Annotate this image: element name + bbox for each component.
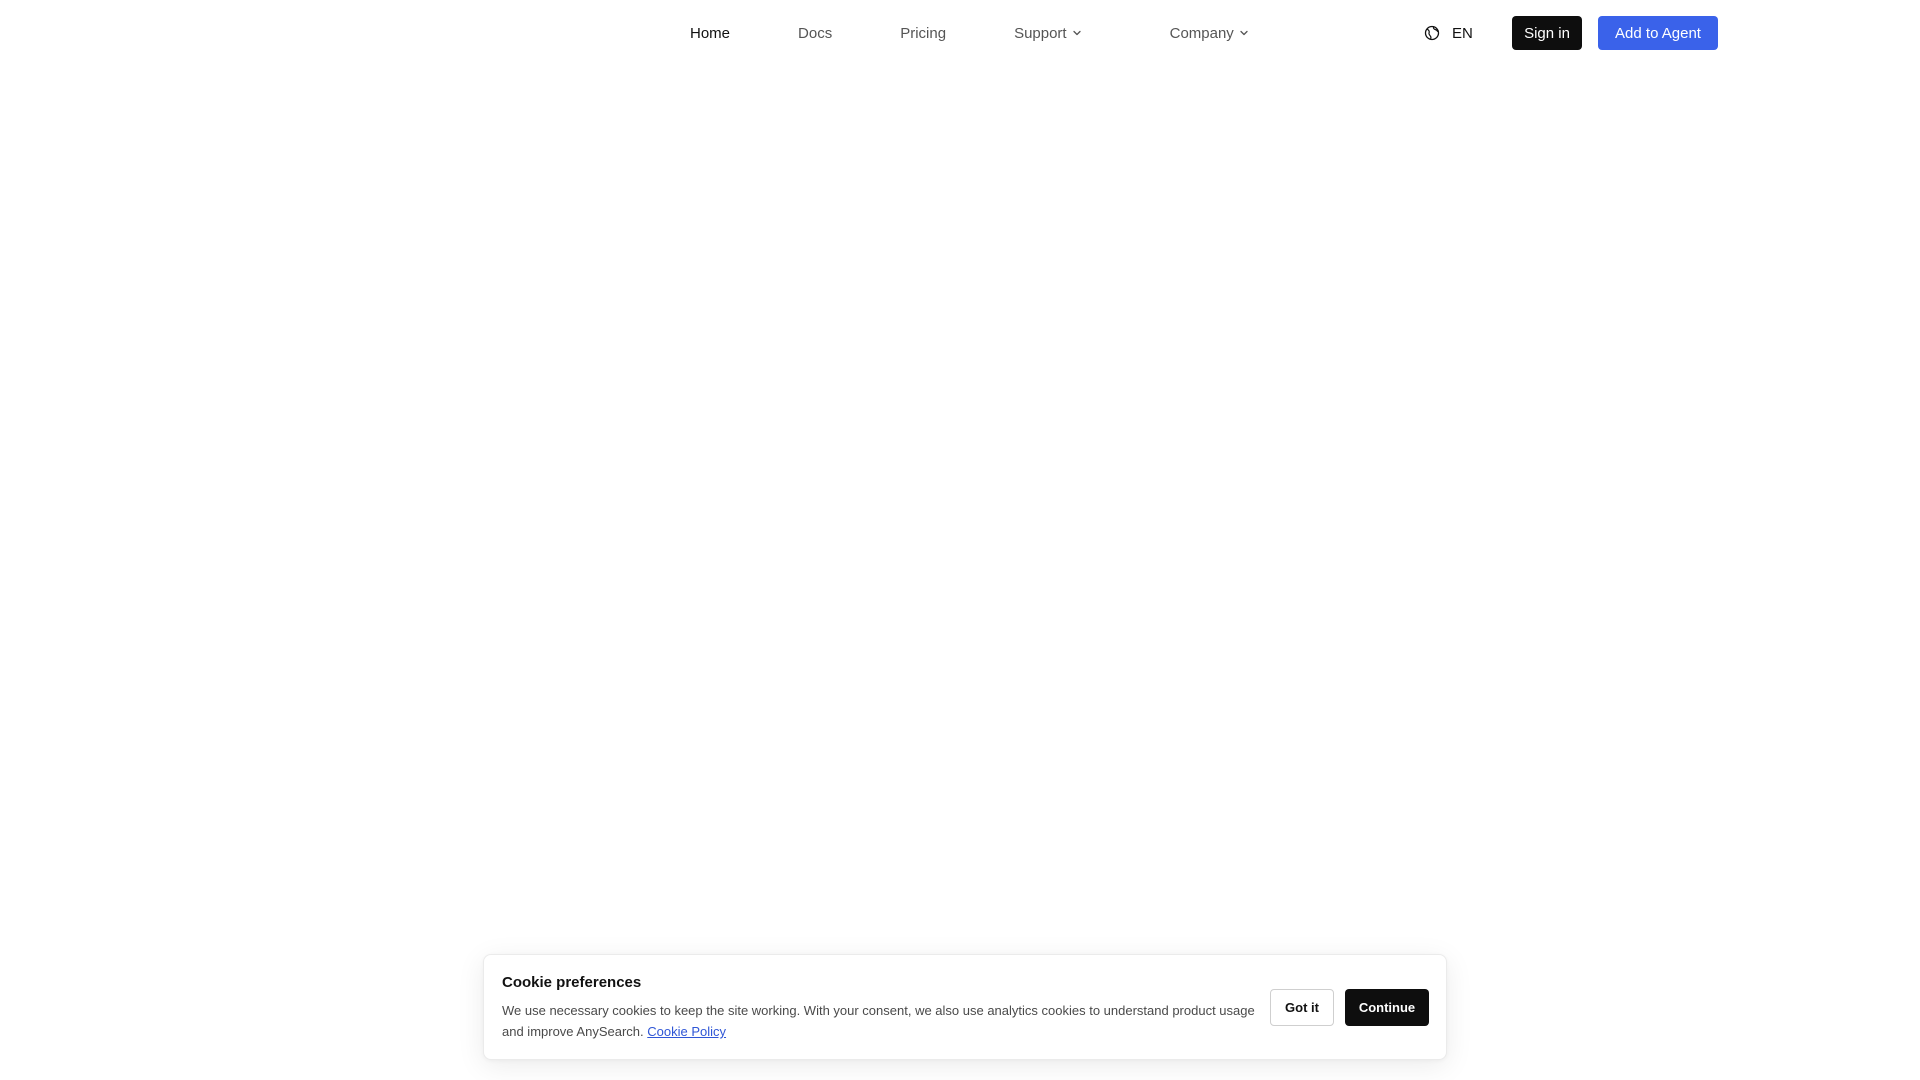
sign-in-button[interactable]: Sign in — [1512, 16, 1582, 50]
chevron-down-icon — [1072, 28, 1082, 38]
language-label: EN — [1452, 24, 1473, 42]
globe-icon — [1424, 25, 1440, 41]
language-selector[interactable]: EN — [1424, 0, 1473, 66]
continue-button[interactable]: Continue — [1345, 989, 1429, 1026]
top-navbar: Home Docs Pricing Support Company EN Sig… — [0, 0, 1920, 66]
nav-item-label: Company — [1169, 24, 1234, 42]
cookie-policy-link[interactable]: Cookie Policy — [647, 1024, 726, 1039]
nav-item-home[interactable]: Home — [690, 25, 730, 42]
cookie-description: We use necessary cookies to keep the sit… — [502, 1000, 1262, 1042]
cookie-banner: Cookie preferences We use necessary cook… — [483, 954, 1447, 1060]
nav-item-label: Pricing — [900, 24, 947, 42]
cookie-title: Cookie preferences — [502, 974, 642, 991]
nav-item-pricing[interactable]: Pricing — [900, 25, 946, 42]
chevron-down-icon — [1239, 28, 1249, 38]
nav-item-label: Docs — [798, 24, 833, 42]
nav-item-docs[interactable]: Docs — [798, 25, 832, 42]
add-to-agent-button[interactable]: Add to Agent — [1598, 16, 1718, 50]
cookie-text: We use necessary cookies to keep the sit… — [502, 1003, 1255, 1039]
nav-item-support[interactable]: Support — [1014, 25, 1082, 42]
nav-item-label: Support — [1014, 24, 1067, 42]
nav-item-company[interactable]: Company — [1170, 25, 1249, 42]
nav-item-label: Home — [690, 24, 731, 42]
got-it-button[interactable]: Got it — [1270, 989, 1334, 1026]
nav-links: Home Docs Pricing Support Company — [690, 0, 1249, 66]
